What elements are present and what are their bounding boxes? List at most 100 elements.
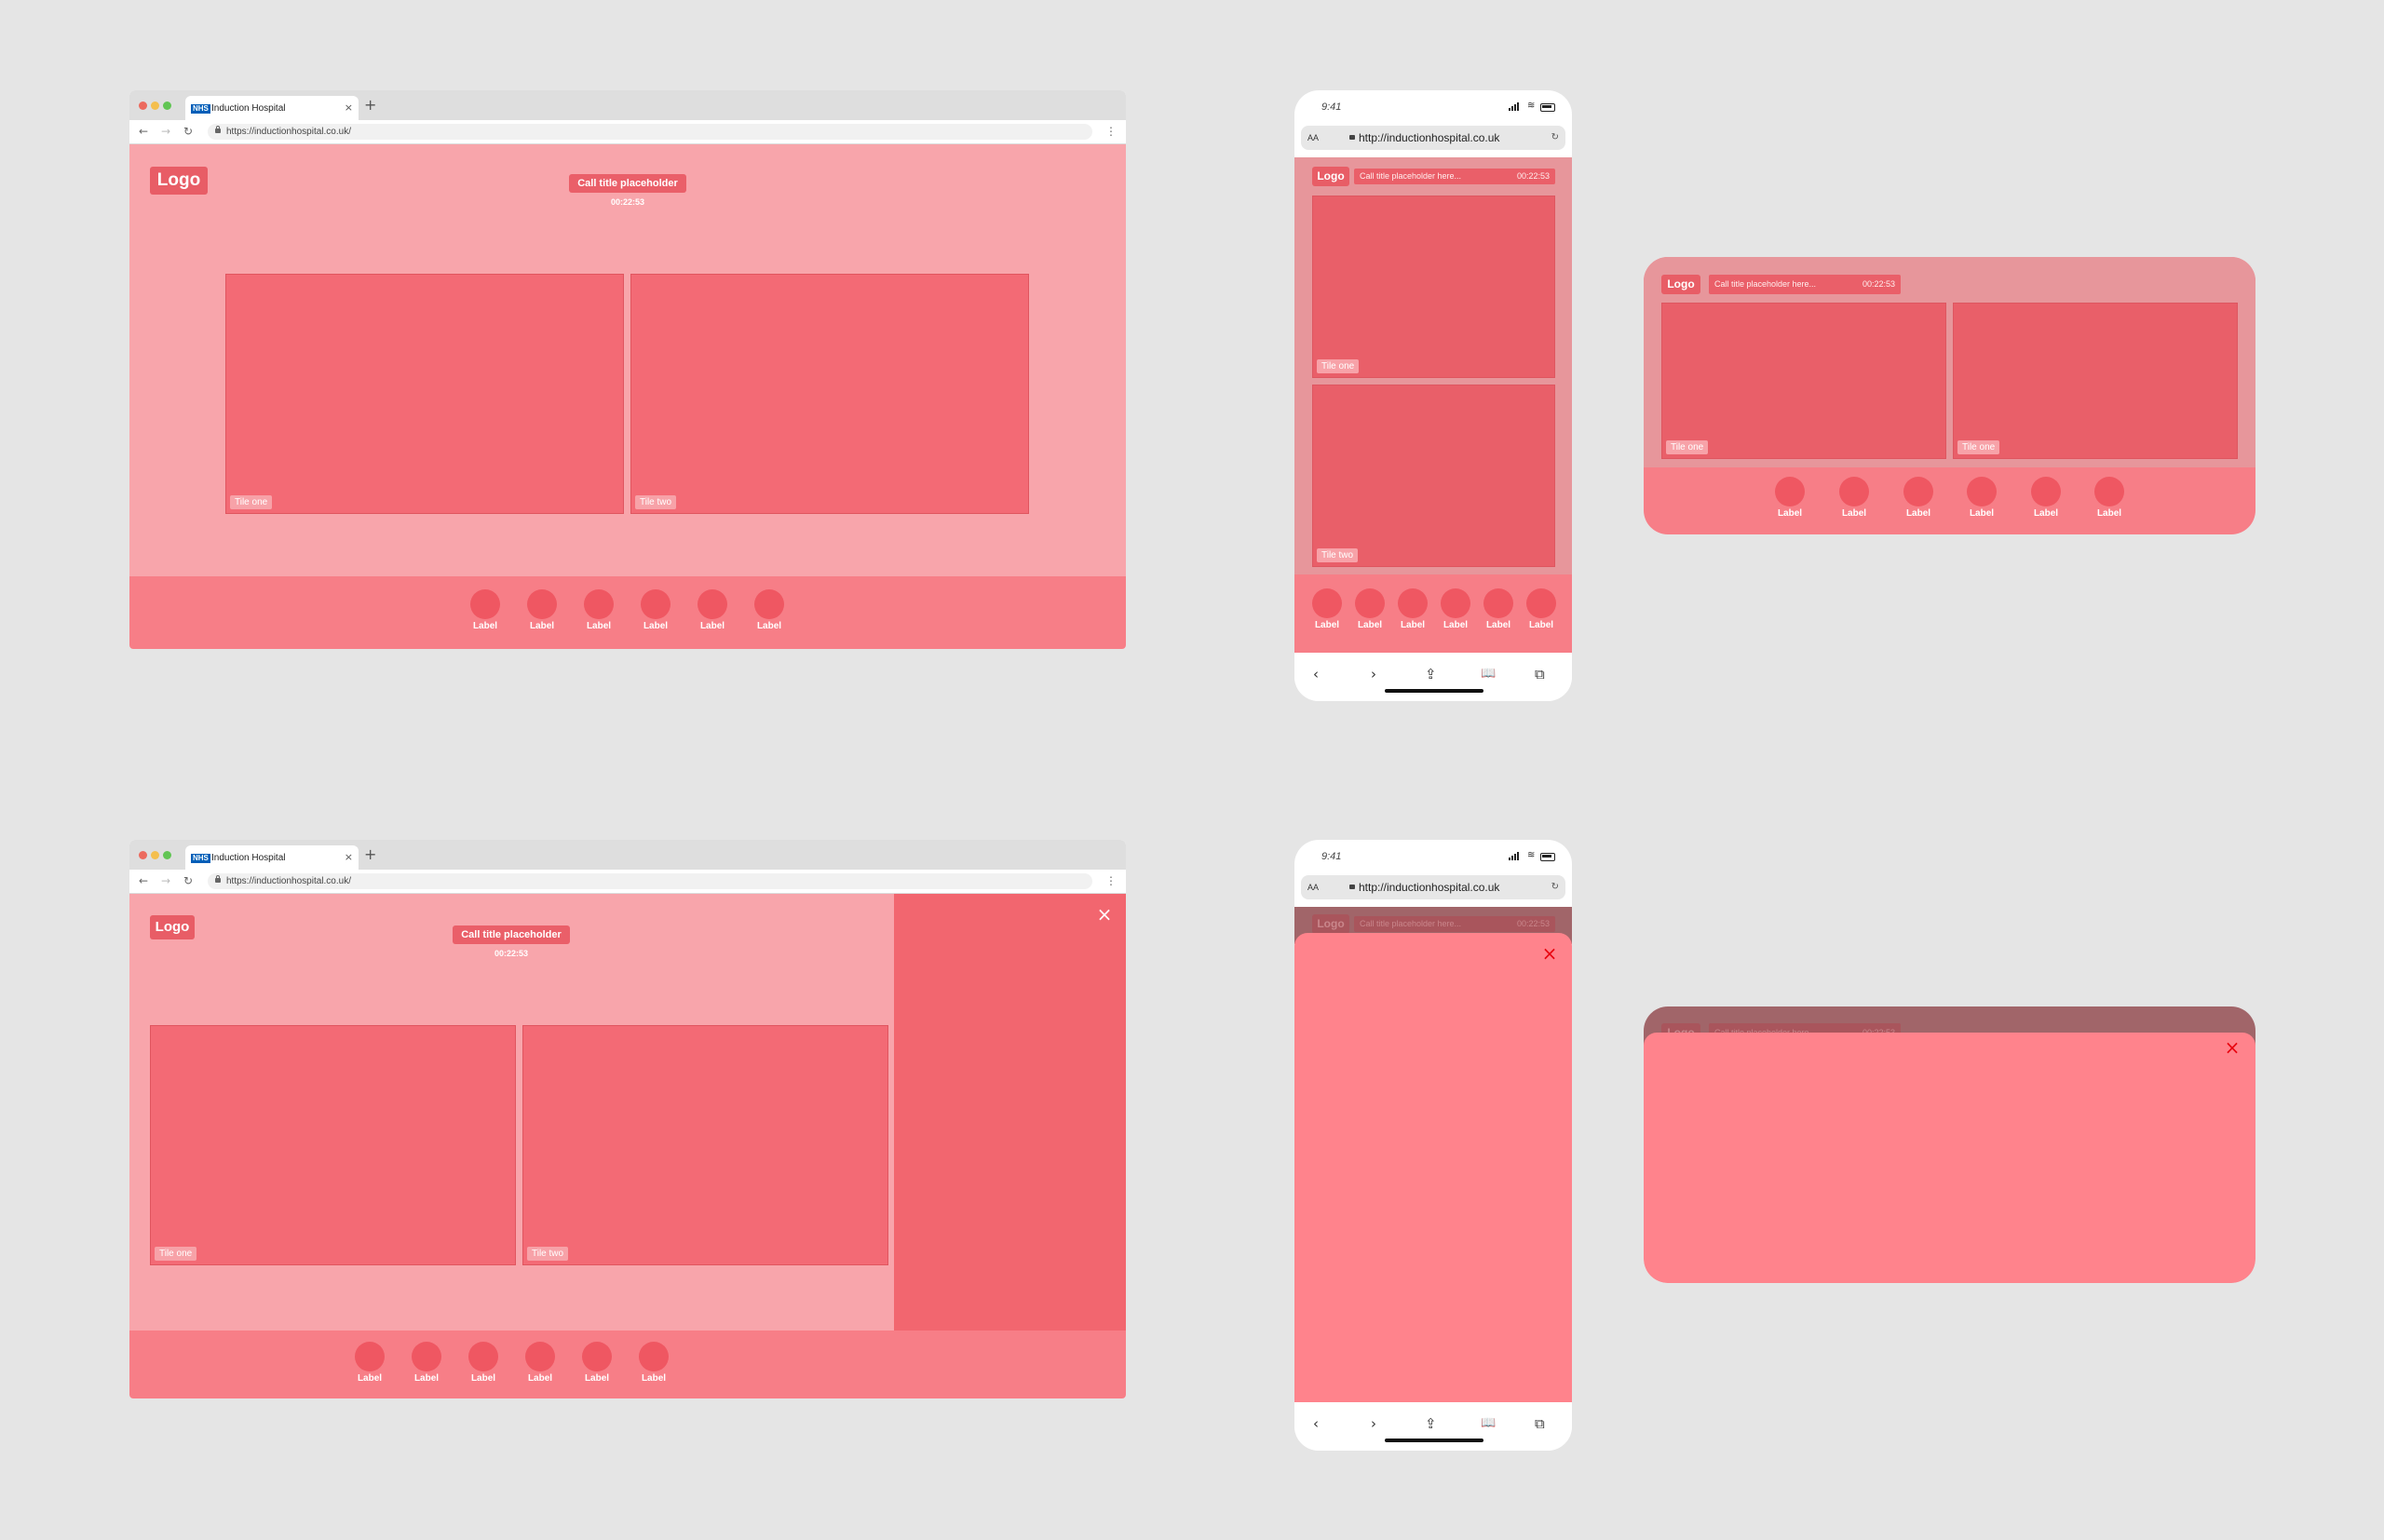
control-button[interactable]: Label	[639, 589, 672, 633]
control-button[interactable]: Label	[2093, 477, 2126, 520]
back-icon[interactable]: ‹	[1313, 666, 1319, 682]
text-size-button[interactable]: AA	[1307, 131, 1319, 144]
bookmarks-icon[interactable]: 📖	[1481, 666, 1496, 682]
control-button[interactable]: Label	[468, 589, 502, 633]
control-button[interactable]: Label	[696, 589, 729, 633]
reload-icon[interactable]: ↻	[1551, 880, 1559, 895]
status-time: 9:41	[1321, 101, 1342, 113]
address-bar[interactable]: https://inductionhospital.co.uk/	[208, 124, 1092, 140]
battery-icon	[1540, 853, 1555, 861]
maximize-window-button[interactable]	[163, 851, 171, 859]
control-button[interactable]: Label	[353, 1342, 386, 1385]
mobile-phone-frame-sheet: 9:41 ≋ AA http://inductionhospital.co.uk…	[1294, 840, 1572, 1451]
browser-tab[interactable]: NHS Induction Hospital ×	[185, 845, 359, 871]
video-tile-one[interactable]: Tile one	[1312, 196, 1555, 378]
tab-close-icon[interactable]: ×	[345, 101, 353, 115]
control-button[interactable]: Label	[410, 1342, 443, 1385]
reload-icon[interactable]: ↻	[183, 123, 193, 140]
tabs-icon[interactable]: ⧉	[1535, 666, 1545, 682]
new-tab-button[interactable]: +	[364, 97, 376, 114]
navigation-bar: ← → ↻ https://inductionhospital.co.uk/ ⋮	[129, 120, 1126, 144]
call-title: Call title placeholder here...	[1714, 279, 1817, 289]
more-menu-icon[interactable]: ⋮	[1105, 872, 1117, 889]
call-stage: Logo Call title placeholder 00:22:53 Til…	[129, 894, 1126, 1331]
video-tile-two[interactable]: Tile two	[630, 274, 1029, 514]
reload-icon[interactable]: ↻	[1551, 130, 1559, 145]
control-button[interactable]: Label	[1353, 588, 1387, 632]
control-icon	[1526, 588, 1556, 618]
nhs-logo: NHS	[191, 854, 210, 863]
tile-label: Tile two	[1317, 548, 1359, 562]
control-button[interactable]: Label	[1773, 477, 1807, 520]
control-button[interactable]: Label	[1482, 588, 1515, 632]
control-icon	[412, 1342, 441, 1371]
maximize-window-button[interactable]	[163, 101, 171, 110]
mobile-address-bar[interactable]: AA http://inductionhospital.co.uk ↻	[1301, 875, 1565, 899]
control-label: Label	[1905, 508, 1931, 519]
control-button[interactable]: Label	[467, 1342, 500, 1385]
signal-icon	[1509, 101, 1522, 111]
desktop-browser-window-with-panel: NHS Induction Hospital × + ← → ↻ https:/…	[129, 840, 1126, 1398]
close-window-button[interactable]	[139, 851, 147, 859]
minimize-window-button[interactable]	[151, 101, 159, 110]
control-label: Label	[529, 621, 555, 631]
control-button[interactable]: Label	[582, 589, 616, 633]
control-button[interactable]: Label	[523, 1342, 557, 1385]
control-button[interactable]: Label	[637, 1342, 670, 1385]
forward-icon[interactable]: ›	[1371, 1415, 1376, 1432]
control-button[interactable]: Label	[525, 589, 559, 633]
nhs-logo: NHS	[191, 104, 210, 114]
control-label: Label	[1485, 620, 1511, 630]
control-button[interactable]: Label	[1837, 477, 1871, 520]
minimize-window-button[interactable]	[151, 851, 159, 859]
back-arrow-icon[interactable]: ←	[139, 123, 148, 140]
tab-strip: NHS Induction Hospital × +	[129, 840, 1126, 871]
control-button[interactable]: Label	[1439, 588, 1472, 632]
control-button[interactable]: Label	[1965, 477, 1998, 520]
text-size-button[interactable]: AA	[1307, 881, 1319, 894]
control-label: Label	[2096, 508, 2122, 519]
address-bar[interactable]: https://inductionhospital.co.uk/	[208, 873, 1092, 889]
share-icon[interactable]: ⇪	[1425, 666, 1437, 682]
back-icon[interactable]: ‹	[1313, 1415, 1319, 1432]
control-icon	[1967, 477, 1997, 507]
control-button[interactable]: Label	[1902, 477, 1935, 520]
tab-title: Induction Hospital	[211, 103, 286, 114]
bottom-sheet: ×	[1294, 933, 1572, 1402]
call-stage: Logo Call title placeholder here... 00:2…	[1294, 157, 1572, 574]
close-icon[interactable]: ×	[2221, 1038, 2243, 1057]
control-label: Label	[699, 621, 725, 631]
control-button[interactable]: Label	[580, 1342, 614, 1385]
mobile-address-bar[interactable]: AA http://inductionhospital.co.uk ↻	[1301, 126, 1565, 150]
close-window-button[interactable]	[139, 101, 147, 110]
close-icon[interactable]: ×	[1538, 944, 1561, 963]
bookmarks-icon[interactable]: 📖	[1481, 1415, 1496, 1432]
reload-icon[interactable]: ↻	[183, 872, 193, 889]
video-tile-two[interactable]: Tile two	[522, 1025, 888, 1265]
call-title: Call title placeholder	[453, 925, 570, 944]
browser-tab[interactable]: NHS Induction Hospital ×	[185, 96, 359, 121]
close-icon[interactable]: ×	[1093, 905, 1116, 924]
video-tile-two[interactable]: Tile two	[1312, 385, 1555, 567]
video-tile-two[interactable]: Tile one	[1953, 303, 2238, 459]
control-label: Label	[1443, 620, 1469, 630]
video-tile-one[interactable]: Tile one	[1661, 303, 1946, 459]
control-button[interactable]: Label	[1310, 588, 1344, 632]
tabs-icon[interactable]: ⧉	[1535, 1415, 1545, 1432]
control-button[interactable]: Label	[2029, 477, 2063, 520]
forward-icon[interactable]: ›	[1371, 666, 1376, 682]
video-tile-one[interactable]: Tile one	[225, 274, 624, 514]
control-button[interactable]: Label	[1396, 588, 1429, 632]
forward-arrow-icon[interactable]: →	[161, 123, 170, 140]
tab-close-icon[interactable]: ×	[345, 850, 353, 865]
share-icon[interactable]: ⇪	[1425, 1415, 1437, 1432]
back-arrow-icon[interactable]: ←	[139, 872, 148, 889]
control-button[interactable]: Label	[752, 589, 786, 633]
control-label: Label	[1969, 508, 1995, 519]
control-button[interactable]: Label	[1524, 588, 1558, 632]
logo: Logo	[1312, 914, 1349, 934]
video-tile-one[interactable]: Tile one	[150, 1025, 516, 1265]
new-tab-button[interactable]: +	[364, 846, 376, 863]
forward-arrow-icon[interactable]: →	[161, 872, 170, 889]
more-menu-icon[interactable]: ⋮	[1105, 123, 1117, 140]
